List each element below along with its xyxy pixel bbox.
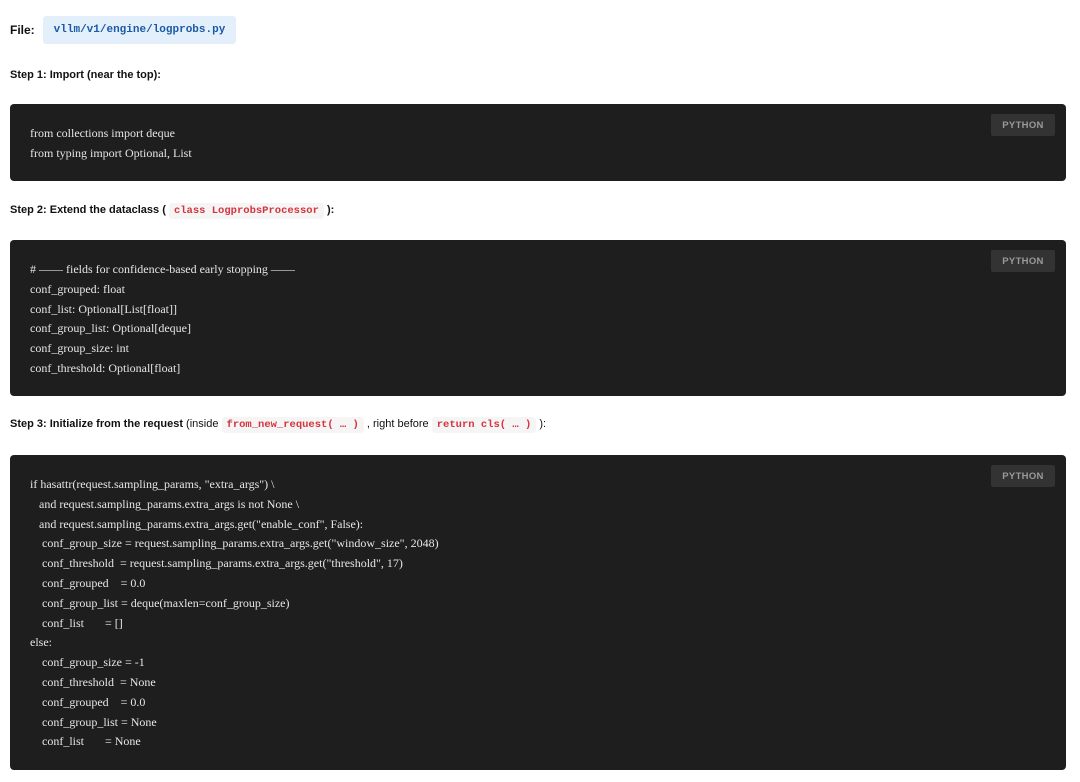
step-3-text-2: , right before xyxy=(366,418,429,430)
code-line: conf_list: Optional[List[float]] xyxy=(30,301,177,316)
code-block-step-2[interactable]: PYTHON # —— fields for confidence-based … xyxy=(10,240,1066,396)
file-header: File: vllm/v1/engine/logprobs.py xyxy=(10,14,237,45)
step-2-title-suffix: ): xyxy=(326,204,335,216)
language-badge: PYTHON xyxy=(991,114,1055,136)
code-line: conf_grouped = 0.0 xyxy=(30,575,146,590)
code-block-step-1[interactable]: PYTHON from collections import deque fro… xyxy=(10,104,1066,181)
document-page: File: vllm/v1/engine/logprobs.py Step 1:… xyxy=(0,0,1080,782)
language-badge: PYTHON xyxy=(991,250,1055,272)
step-3-text-3: ): xyxy=(539,418,547,430)
code-line: conf_grouped: float xyxy=(30,281,125,296)
code-line: conf_grouped = 0.0 xyxy=(30,694,146,709)
code-line: conf_group_size = request.sampling_param… xyxy=(30,536,439,551)
code-line: and request.sampling_params.extra_args i… xyxy=(30,496,300,511)
code-line: conf_group_list = None xyxy=(30,714,157,729)
code-line: conf_list = [] xyxy=(30,615,123,630)
code-line: and request.sampling_params.extra_args.g… xyxy=(30,516,364,531)
step-2-inline-code: class LogprobsProcessor xyxy=(168,203,324,219)
code-line: conf_threshold: Optional[float] xyxy=(30,360,181,375)
step-1-title: Step 1: Import (near the top): xyxy=(10,69,161,81)
step-3-title-bold: Step 3: Initialize from the request xyxy=(10,418,183,430)
code-line: from collections import deque xyxy=(30,126,175,140)
language-badge: PYTHON xyxy=(991,465,1055,487)
step-2-title-prefix: Step 2: Extend the dataclass ( xyxy=(10,204,166,216)
file-label: File: xyxy=(10,22,35,37)
code-line: conf_threshold = None xyxy=(30,674,156,689)
code-line: conf_group_size = -1 xyxy=(30,655,145,670)
code-line: conf_group_list: Optional[deque] xyxy=(30,321,191,336)
step-3-inline-code-1: from_new_request( … ) xyxy=(221,417,364,433)
code-line: conf_list = None xyxy=(30,734,141,749)
code-line: from typing import Optional, List xyxy=(30,145,192,160)
step-3-heading: Step 3: Initialize from the request (ins… xyxy=(10,416,546,433)
step-3-text-1: (inside xyxy=(186,418,219,430)
code-line: conf_threshold = request.sampling_params… xyxy=(30,556,403,571)
step-1-heading: Step 1: Import (near the top): xyxy=(10,67,161,83)
code-line: conf_group_size: int xyxy=(30,341,129,356)
code-line: # —— fields for confidence-based early s… xyxy=(30,262,295,276)
step-3-inline-code-2: return cls( … ) xyxy=(431,417,537,433)
code-line: conf_group_list = deque(maxlen=conf_grou… xyxy=(30,595,290,610)
code-line: if hasattr(request.sampling_params, "ext… xyxy=(30,477,275,491)
code-block-step-3[interactable]: PYTHON if hasattr(request.sampling_param… xyxy=(10,455,1066,770)
step-2-heading: Step 2: Extend the dataclass ( class Log… xyxy=(10,202,334,219)
code-line: else: xyxy=(30,635,52,650)
file-path[interactable]: vllm/v1/engine/logprobs.py xyxy=(42,15,237,44)
